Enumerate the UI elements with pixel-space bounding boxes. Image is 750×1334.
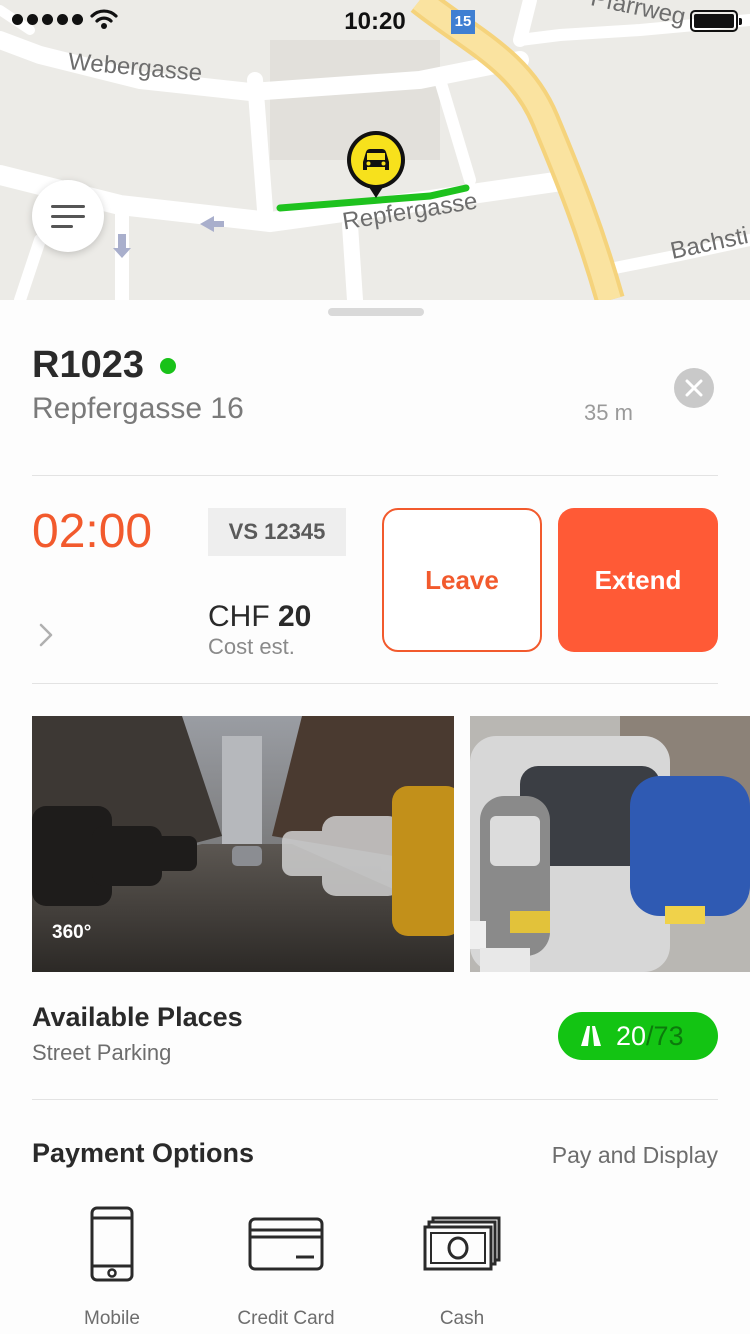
payment-option-label: Cash xyxy=(439,1308,485,1329)
payment-option-mobile[interactable]: Mobile xyxy=(32,1204,192,1330)
photo-360-label: 360° xyxy=(52,922,92,943)
battery-icon xyxy=(690,10,742,32)
parking-distance: 35 m xyxy=(584,400,633,425)
active-status-dot xyxy=(160,358,176,374)
payment-option-label: Mobile xyxy=(84,1308,140,1329)
menu-button[interactable] xyxy=(32,180,104,252)
payment-option-credit-card[interactable]: Credit Card xyxy=(206,1204,366,1330)
close-icon xyxy=(685,379,703,397)
extend-button[interactable]: Extend xyxy=(558,508,718,652)
available-places-title: Available Places xyxy=(32,1002,243,1032)
divider xyxy=(32,475,718,476)
close-button[interactable] xyxy=(674,368,714,408)
hamburger-line xyxy=(51,204,85,208)
cost-currency: CHF xyxy=(208,600,270,633)
map-view[interactable]: Webergasse Repfergasse Bachsti Pfarrweg … xyxy=(0,0,750,300)
cost-estimate-label: Cost est. xyxy=(208,634,295,659)
street-photo[interactable] xyxy=(470,716,750,972)
total-count: /73 xyxy=(646,1020,684,1051)
parking-address: Repfergasse 16 xyxy=(32,392,244,425)
hamburger-line xyxy=(51,214,85,218)
chevron-right-icon[interactable] xyxy=(38,622,54,648)
status-time: 10:20 xyxy=(344,8,406,35)
cost-estimate: CHF 20 xyxy=(208,600,311,634)
license-plate: VS 12345 xyxy=(208,508,346,556)
street-photo-image xyxy=(32,716,454,972)
payment-type-label: Pay and Display xyxy=(551,1142,718,1168)
remaining-time: 02:00 xyxy=(32,505,153,558)
parking-detail-sheet: R1023 Repfergasse 16 35 m 02:00 VS 12345… xyxy=(0,300,750,1334)
sheet-drag-handle[interactable] xyxy=(328,308,424,316)
street-photo-image xyxy=(470,716,750,972)
street-photo-360[interactable]: 360° xyxy=(32,716,454,972)
cash-icon xyxy=(423,1216,501,1271)
divider xyxy=(32,683,718,684)
payment-options-title: Payment Options xyxy=(32,1138,255,1168)
road-icon xyxy=(581,1026,601,1046)
parking-type-label: Street Parking xyxy=(32,1040,172,1065)
availability-badge: 20/73 xyxy=(558,1012,718,1060)
payment-option-cash[interactable]: Cash xyxy=(382,1204,542,1330)
hamburger-line xyxy=(51,224,73,228)
leave-button[interactable]: Leave xyxy=(382,508,542,652)
cost-value: 20 xyxy=(278,600,312,633)
divider xyxy=(32,1099,718,1100)
car-location-pin-icon[interactable] xyxy=(345,130,407,204)
status-bar: 10:20 xyxy=(0,0,750,40)
payment-option-label: Credit Card xyxy=(237,1308,335,1329)
credit-card-icon xyxy=(248,1217,324,1271)
mobile-phone-icon xyxy=(90,1206,134,1282)
available-count: 20/73 xyxy=(616,1020,684,1051)
zone-code: R1023 xyxy=(32,344,144,386)
